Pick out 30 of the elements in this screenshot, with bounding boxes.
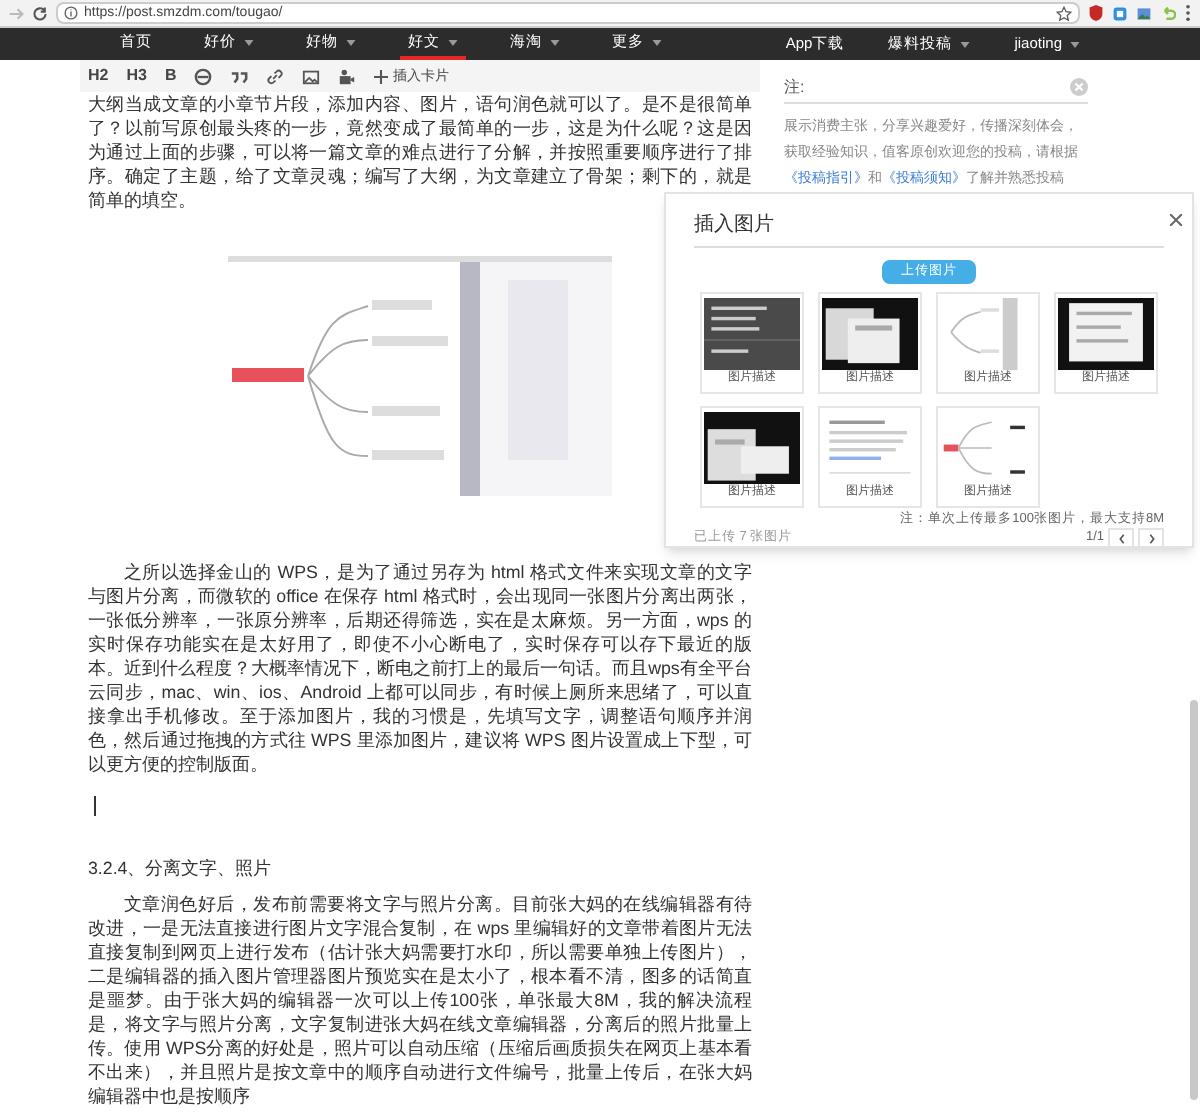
text-cursor bbox=[94, 796, 96, 816]
note-placeholder: 注: bbox=[784, 75, 805, 99]
next-icon bbox=[1147, 533, 1155, 543]
prev-page-button[interactable] bbox=[1108, 527, 1134, 549]
prev-icon bbox=[1117, 533, 1125, 543]
close-icon[interactable] bbox=[1170, 214, 1182, 226]
reload-icon[interactable] bbox=[32, 5, 48, 21]
plus-icon bbox=[374, 69, 389, 83]
scrollbar[interactable] bbox=[1190, 700, 1198, 1100]
info-icon bbox=[64, 6, 78, 20]
quote-icon[interactable] bbox=[230, 67, 249, 85]
section-heading: 3.2.4、分离文字、照片 bbox=[88, 856, 274, 880]
strikethrough-icon[interactable] bbox=[194, 67, 213, 85]
shield-icon[interactable] bbox=[1088, 4, 1104, 22]
star-icon[interactable] bbox=[1056, 5, 1072, 21]
paragraph: 文章润色好后，发布前需要将文字与照片分离。目前张大妈的在线编辑器有待改进，一是无法直接进行图片文字混合复制，在 wps 里编辑好的文章带着图片无法直接复制到网页上进行发布（估计张大妈需要打水印，所以需要单独上传图片），二是编辑器的插入图片管理器图片预览实在是太小了，根本看不清，图多的话简直是噩梦。由于张大妈的编辑器一次可以上传100张，单张最大8M，我的解决流程是，将文字与照片分离，文字复制进张大妈在线文章编辑器，分离后的照片批量上传。使用 WPS分离的好处是，照片可以自动压缩（压缩后画质损失在网页上基本看不出来），并且照片是按文章中的顺序自动进行文件编号，批量上传后，在张大妈编辑器中也是按顺序 bbox=[88, 892, 752, 1108]
extension-icon[interactable] bbox=[1112, 5, 1128, 21]
image-icon[interactable] bbox=[1136, 5, 1152, 21]
bold-button[interactable]: B bbox=[164, 68, 177, 84]
paragraph: 大纲当成文章的小章节片段，添加内容、图片，语句润色就可以了。是不是很简单了？以前写原创最头疼的一步，竟然变成了最简单的一步，这是为什么呢？这是因为通过上面的步骤，可以将一篇文章的难点进行了分解，并按照重要顺序进行了排序。确定了主题，给了文章灵魂；编写了大纲，为文章建立了骨架；剩下的，就是简单的填空。 bbox=[88, 92, 752, 212]
dialog-title: 插入图片 bbox=[694, 211, 776, 240]
note-field[interactable]: 注: bbox=[784, 72, 1088, 104]
paragraph: 之所以选择金山的 WPS，是为了通过另存为 html 格式文件来实现文章的文字与图片分离，而微软的 office 在保存 html 格式时，会出现同一张图片分离出两张，一张低分辨率，一张原分辨率，后期还得筛选，实在是太麻烦。另一方面，wps 的实时保存功能实在是太好用了，即使不小心断电了，实时保存可以存下最近的版本。近到什么程度？大概率情况下，断电之前打上的最后一句话。而且wps有全平台云同步，mac、win、ios、Android 上都可以同步，有时候上厕所来思绪了，可以直接拿出手机修改。至于添加图片，我的习惯是，先填写文字，调整语句顺序并润色，然后通过拖拽的方式往 WPS 里添加图片，建议将 WPS 图片设置成上下型，可以更方便的控制版面。 bbox=[88, 560, 752, 776]
camera-icon[interactable] bbox=[338, 67, 357, 85]
image-icon[interactable] bbox=[302, 67, 321, 85]
heading-button[interactable]: H2 bbox=[88, 68, 109, 84]
link-icon[interactable] bbox=[266, 67, 285, 85]
heading-button[interactable]: H3 bbox=[126, 68, 147, 84]
menu-icon[interactable] bbox=[1184, 4, 1192, 22]
next-page-button[interactable] bbox=[1138, 527, 1164, 549]
